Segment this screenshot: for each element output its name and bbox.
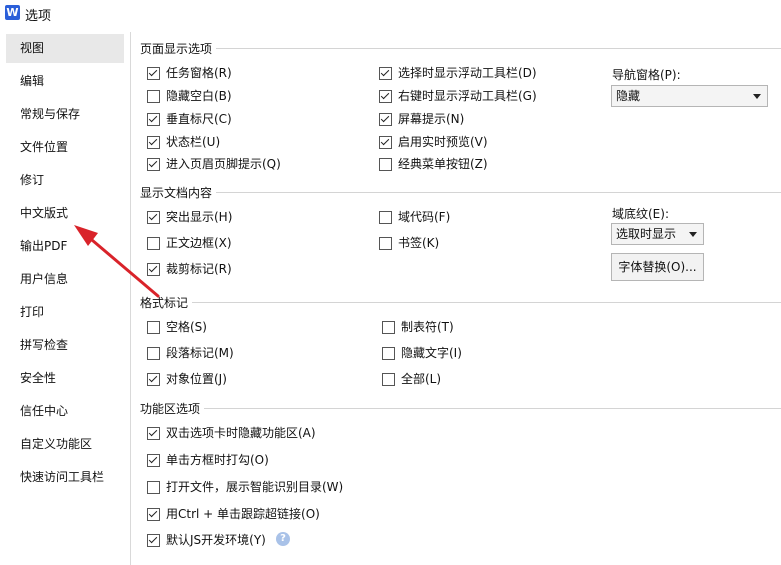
annotation-arrow-icon — [74, 225, 160, 298]
